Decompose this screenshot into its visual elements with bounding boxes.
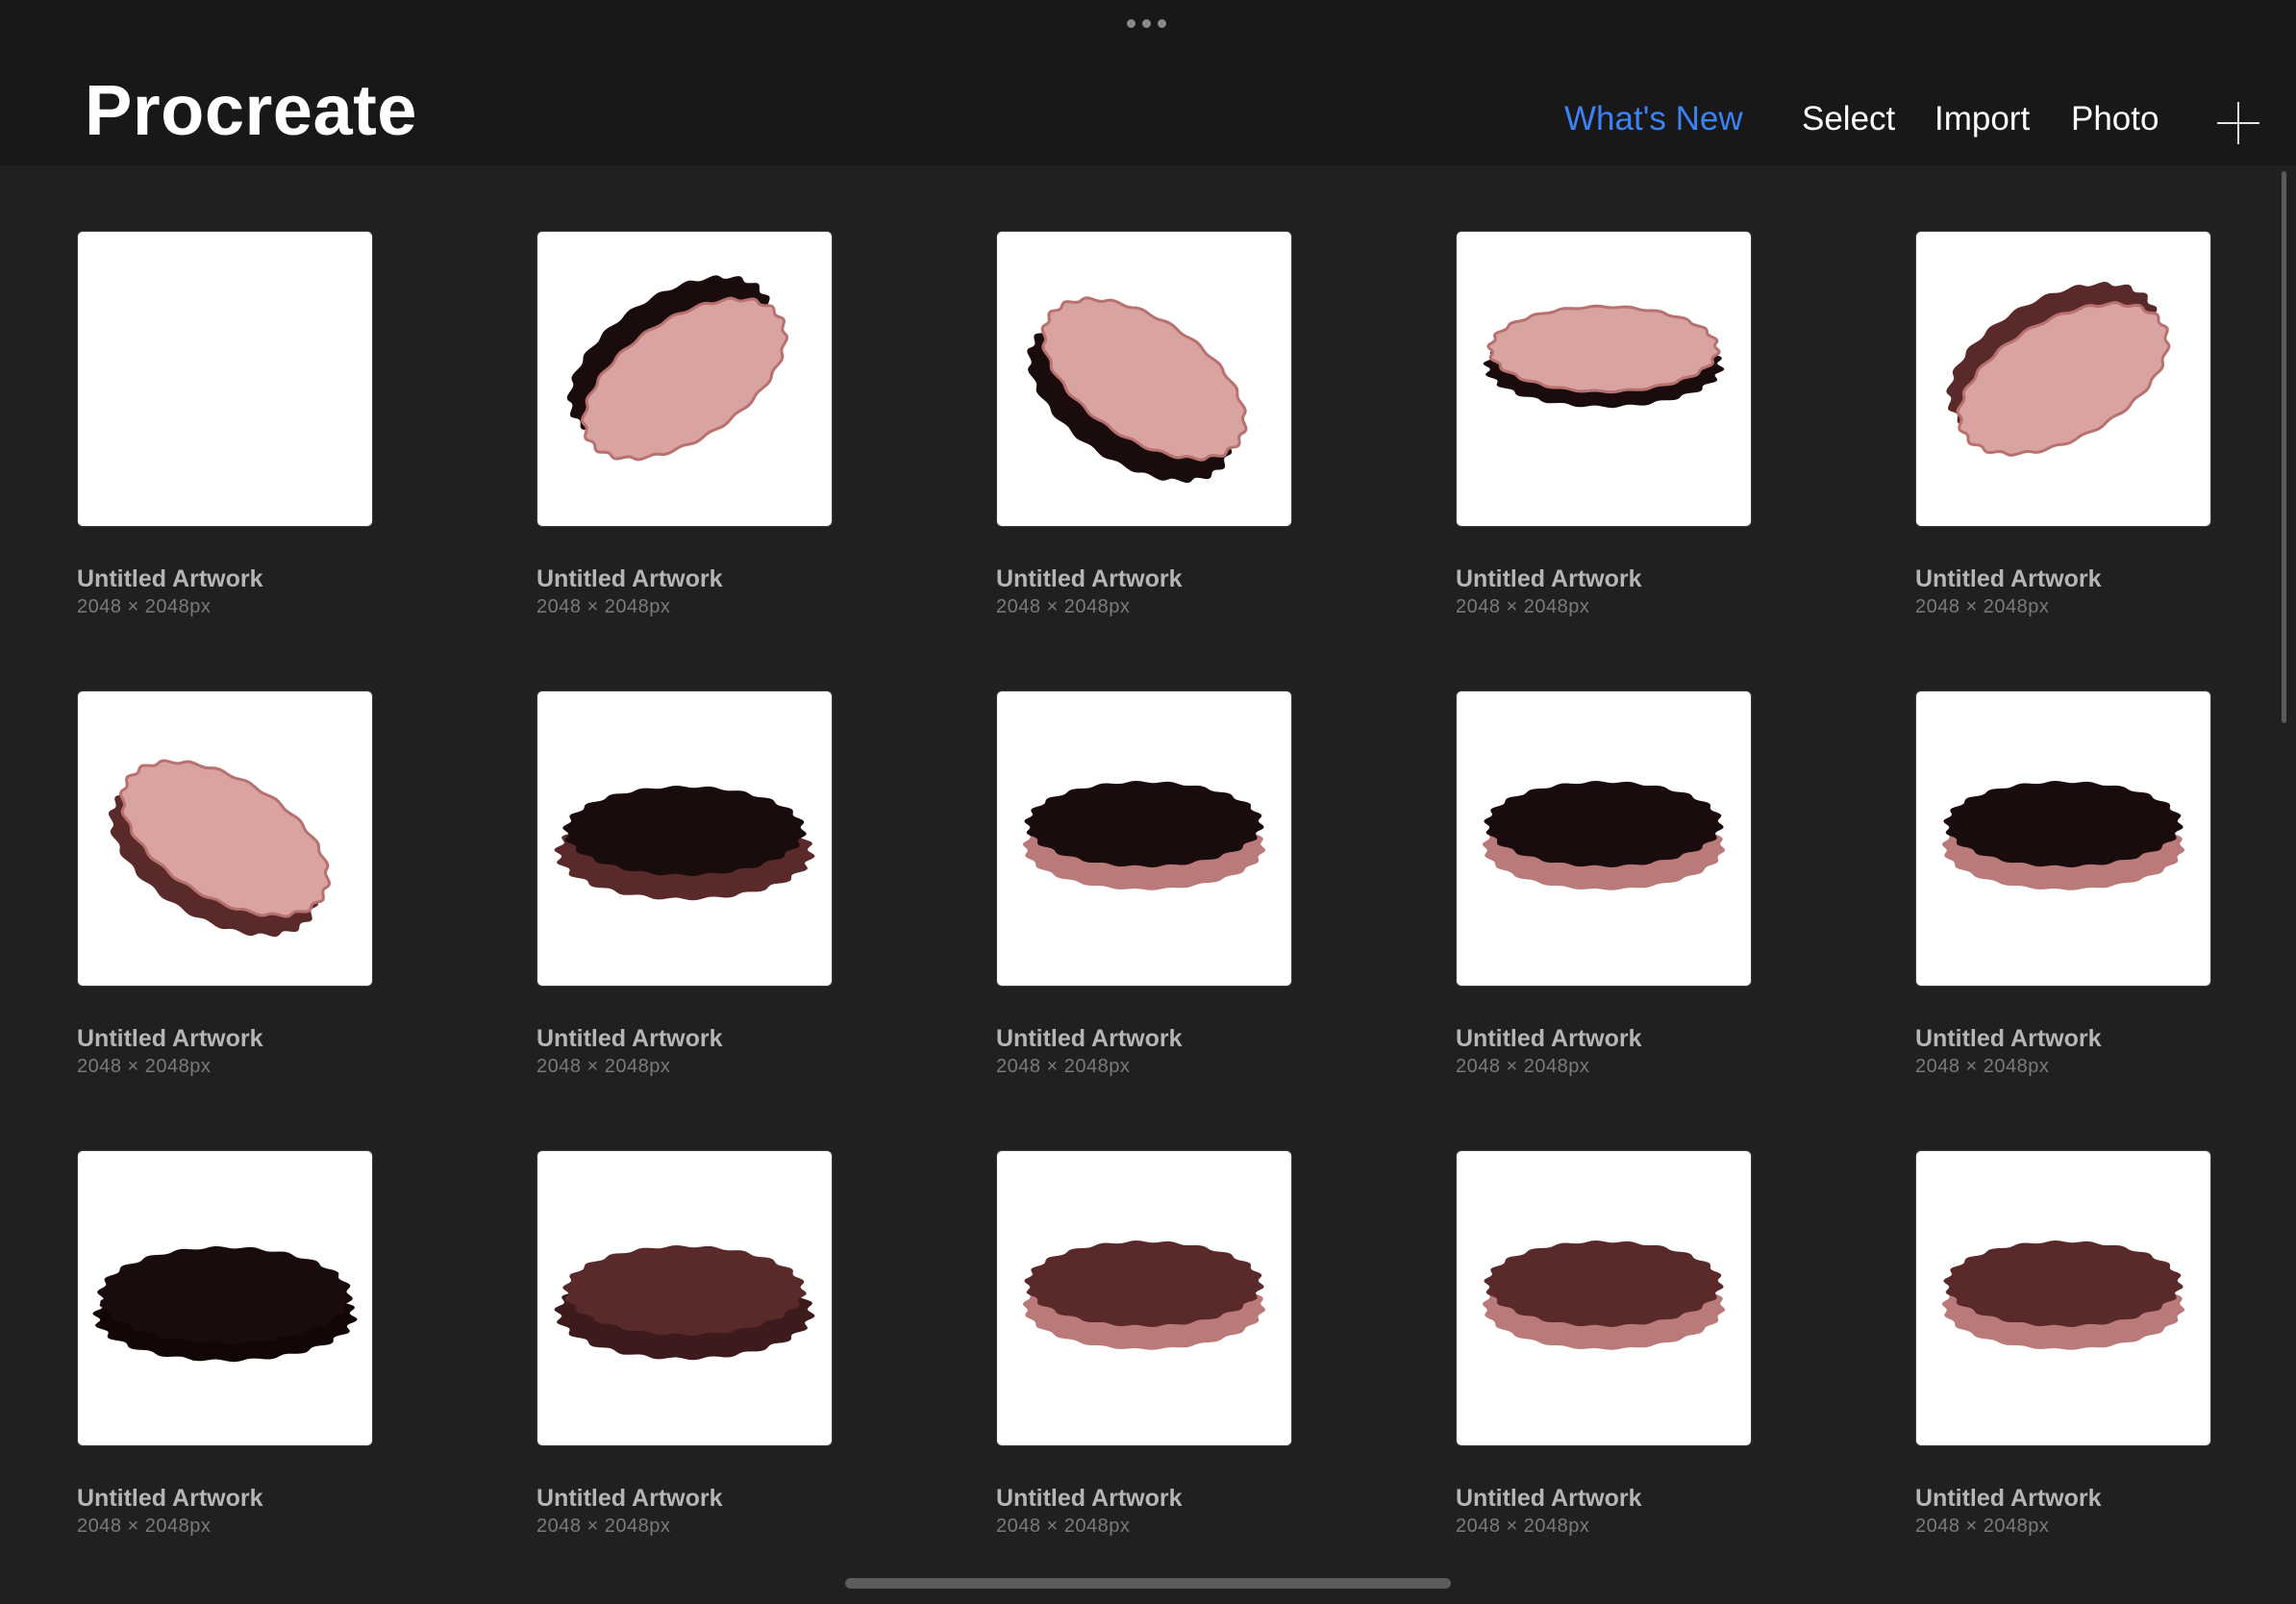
artwork-title[interactable]: Untitled Artwork: [77, 1025, 263, 1053]
artwork-size: 2048 × 2048px: [1915, 596, 2050, 617]
artwork-meta: Untitled Artwork 2048 × 2048px: [1915, 565, 2102, 618]
artwork-size: 2048 × 2048px: [1915, 1516, 2050, 1537]
artwork-thumbnail[interactable]: [1456, 1150, 1752, 1446]
artwork-meta: Untitled Artwork 2048 × 2048px: [1915, 1485, 2102, 1538]
top-bar: Procreate What's New Select Import Photo: [0, 0, 2296, 165]
artwork-size: 2048 × 2048px: [996, 596, 1131, 617]
artwork-thumbnail[interactable]: [537, 231, 833, 527]
artwork-thumbnail[interactable]: [1915, 231, 2211, 527]
artwork-card[interactable]: Untitled Artwork 2048 × 2048px: [77, 1150, 373, 1537]
artwork-gallery: Untitled Artwork 2048 × 2048px Untitled Ar…: [77, 231, 2211, 1537]
artwork-card[interactable]: Untitled Artwork 2048 × 2048px: [1915, 231, 2211, 617]
artwork-thumbnail[interactable]: [537, 690, 833, 987]
artwork-size: 2048 × 2048px: [996, 1056, 1131, 1077]
artwork-thumbnail[interactable]: [996, 231, 1292, 527]
artwork-size: 2048 × 2048px: [1456, 1516, 1590, 1537]
more-dots-icon[interactable]: [1127, 17, 1169, 29]
artwork-thumbnail[interactable]: [996, 690, 1292, 987]
photo-button[interactable]: Photo: [2071, 100, 2159, 138]
home-indicator[interactable]: [845, 1578, 1451, 1589]
artwork-thumbnail[interactable]: [1915, 690, 2211, 987]
artwork-meta: Untitled Artwork 2048 × 2048px: [996, 565, 1183, 618]
artwork-thumbnail[interactable]: [77, 690, 373, 987]
artwork-card[interactable]: Untitled Artwork 2048 × 2048px: [1456, 1150, 1752, 1537]
artwork-meta: Untitled Artwork 2048 × 2048px: [77, 1025, 263, 1078]
artwork-title[interactable]: Untitled Artwork: [1456, 565, 1642, 593]
artwork-size: 2048 × 2048px: [537, 1516, 671, 1537]
artwork-title[interactable]: Untitled Artwork: [77, 565, 263, 593]
artwork-size: 2048 × 2048px: [77, 1516, 212, 1537]
import-button[interactable]: Import: [1934, 100, 2030, 138]
artwork-title[interactable]: Untitled Artwork: [1915, 565, 2102, 593]
artwork-thumbnail[interactable]: [77, 231, 373, 527]
artwork-size: 2048 × 2048px: [77, 1056, 212, 1077]
plus-icon[interactable]: [2217, 102, 2259, 144]
artwork-title[interactable]: Untitled Artwork: [996, 1485, 1183, 1513]
artwork-meta: Untitled Artwork 2048 × 2048px: [1456, 1025, 1642, 1078]
artwork-thumbnail[interactable]: [1915, 1150, 2211, 1446]
app-title: Procreate: [85, 70, 417, 150]
artwork-title[interactable]: Untitled Artwork: [996, 1025, 1183, 1053]
artwork-title[interactable]: Untitled Artwork: [1456, 1485, 1642, 1513]
whats-new-button[interactable]: What's New: [1564, 100, 1743, 138]
artwork-title[interactable]: Untitled Artwork: [77, 1485, 263, 1513]
artwork-size: 2048 × 2048px: [537, 1056, 671, 1077]
artwork-size: 2048 × 2048px: [537, 596, 671, 617]
artwork-meta: Untitled Artwork 2048 × 2048px: [537, 1025, 723, 1078]
artwork-size: 2048 × 2048px: [1456, 596, 1590, 617]
vertical-scrollbar[interactable]: [2282, 171, 2286, 723]
artwork-size: 2048 × 2048px: [996, 1516, 1131, 1537]
artwork-meta: Untitled Artwork 2048 × 2048px: [537, 1485, 723, 1538]
artwork-title[interactable]: Untitled Artwork: [537, 1485, 723, 1513]
artwork-size: 2048 × 2048px: [1915, 1056, 2050, 1077]
artwork-thumbnail[interactable]: [1456, 690, 1752, 987]
artwork-card[interactable]: Untitled Artwork 2048 × 2048px: [996, 231, 1292, 617]
artwork-title[interactable]: Untitled Artwork: [1915, 1025, 2102, 1053]
artwork-meta: Untitled Artwork 2048 × 2048px: [996, 1485, 1183, 1538]
artwork-meta: Untitled Artwork 2048 × 2048px: [1456, 565, 1642, 618]
artwork-thumbnail[interactable]: [537, 1150, 833, 1446]
artwork-card[interactable]: Untitled Artwork 2048 × 2048px: [1456, 690, 1752, 1077]
artwork-size: 2048 × 2048px: [1456, 1056, 1590, 1077]
artwork-card[interactable]: Untitled Artwork 2048 × 2048px: [77, 231, 373, 617]
select-button[interactable]: Select: [1802, 100, 1895, 138]
artwork-card[interactable]: Untitled Artwork 2048 × 2048px: [537, 690, 833, 1077]
artwork-title[interactable]: Untitled Artwork: [1915, 1485, 2102, 1513]
artwork-thumbnail[interactable]: [77, 1150, 373, 1446]
artwork-card[interactable]: Untitled Artwork 2048 × 2048px: [537, 231, 833, 617]
artwork-title[interactable]: Untitled Artwork: [1456, 1025, 1642, 1053]
artwork-meta: Untitled Artwork 2048 × 2048px: [537, 565, 723, 618]
artwork-card[interactable]: Untitled Artwork 2048 × 2048px: [1915, 690, 2211, 1077]
artwork-card[interactable]: Untitled Artwork 2048 × 2048px: [77, 690, 373, 1077]
artwork-thumbnail[interactable]: [1456, 231, 1752, 527]
artwork-meta: Untitled Artwork 2048 × 2048px: [77, 565, 263, 618]
artwork-card[interactable]: Untitled Artwork 2048 × 2048px: [996, 690, 1292, 1077]
artwork-meta: Untitled Artwork 2048 × 2048px: [1915, 1025, 2102, 1078]
artwork-thumbnail[interactable]: [996, 1150, 1292, 1446]
artwork-meta: Untitled Artwork 2048 × 2048px: [1456, 1485, 1642, 1538]
artwork-title[interactable]: Untitled Artwork: [537, 565, 723, 593]
artwork-meta: Untitled Artwork 2048 × 2048px: [77, 1485, 263, 1538]
artwork-size: 2048 × 2048px: [77, 596, 212, 617]
artwork-title[interactable]: Untitled Artwork: [996, 565, 1183, 593]
artwork-card[interactable]: Untitled Artwork 2048 × 2048px: [1915, 1150, 2211, 1537]
artwork-card[interactable]: Untitled Artwork 2048 × 2048px: [1456, 231, 1752, 617]
artwork-meta: Untitled Artwork 2048 × 2048px: [996, 1025, 1183, 1078]
artwork-card[interactable]: Untitled Artwork 2048 × 2048px: [996, 1150, 1292, 1537]
artwork-title[interactable]: Untitled Artwork: [537, 1025, 723, 1053]
artwork-card[interactable]: Untitled Artwork 2048 × 2048px: [537, 1150, 833, 1537]
